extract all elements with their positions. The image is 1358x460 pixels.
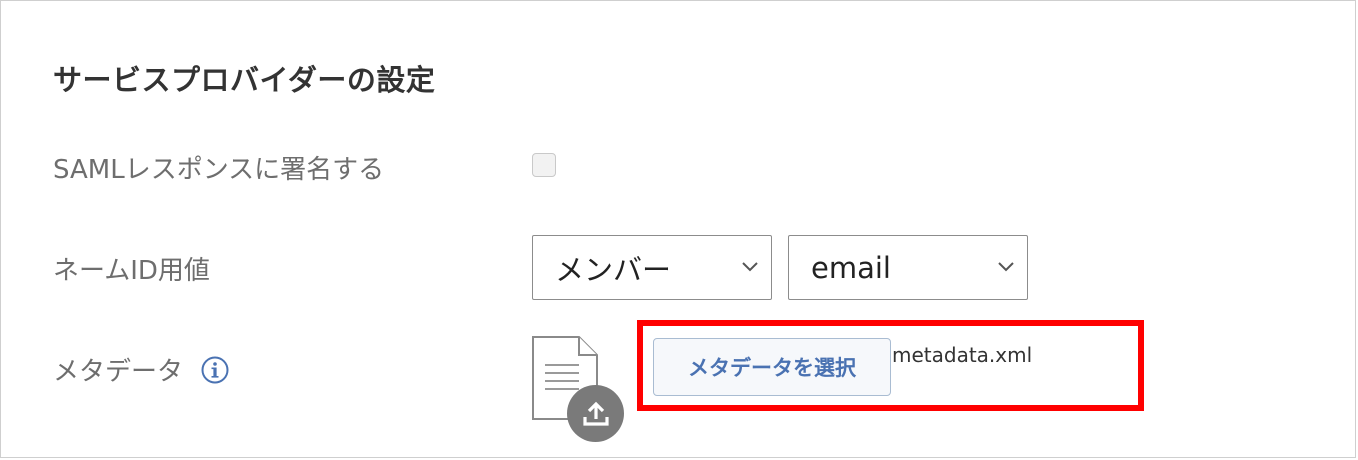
metadata-label-row: メタデータ bbox=[53, 351, 229, 388]
section-title: サービスプロバイダーの設定 bbox=[53, 63, 436, 97]
name-id-attribute-value: email bbox=[811, 250, 891, 285]
name-id-attribute-select[interactable]: email bbox=[788, 235, 1028, 300]
metadata-label: メタデータ bbox=[53, 357, 184, 387]
upload-button[interactable] bbox=[567, 385, 624, 442]
info-icon[interactable] bbox=[201, 356, 229, 384]
select-metadata-button[interactable]: メタデータを選択 bbox=[653, 338, 891, 396]
saml-sign-checkbox[interactable] bbox=[532, 153, 556, 177]
chevron-down-icon bbox=[742, 262, 758, 272]
name-id-source-value: メンバー bbox=[555, 252, 672, 287]
metadata-file-name: metadata.xml bbox=[892, 343, 1033, 367]
name-id-source-select[interactable]: メンバー bbox=[532, 235, 772, 300]
chevron-down-icon bbox=[998, 262, 1014, 272]
name-id-label: ネームID用値 bbox=[53, 256, 210, 286]
upload-icon bbox=[582, 401, 609, 426]
saml-sign-label: SAMLレスポンスに署名する bbox=[53, 155, 385, 185]
service-provider-settings-panel: サービスプロバイダーの設定 SAMLレスポンスに署名する ネームID用値 メンバ… bbox=[0, 0, 1356, 458]
